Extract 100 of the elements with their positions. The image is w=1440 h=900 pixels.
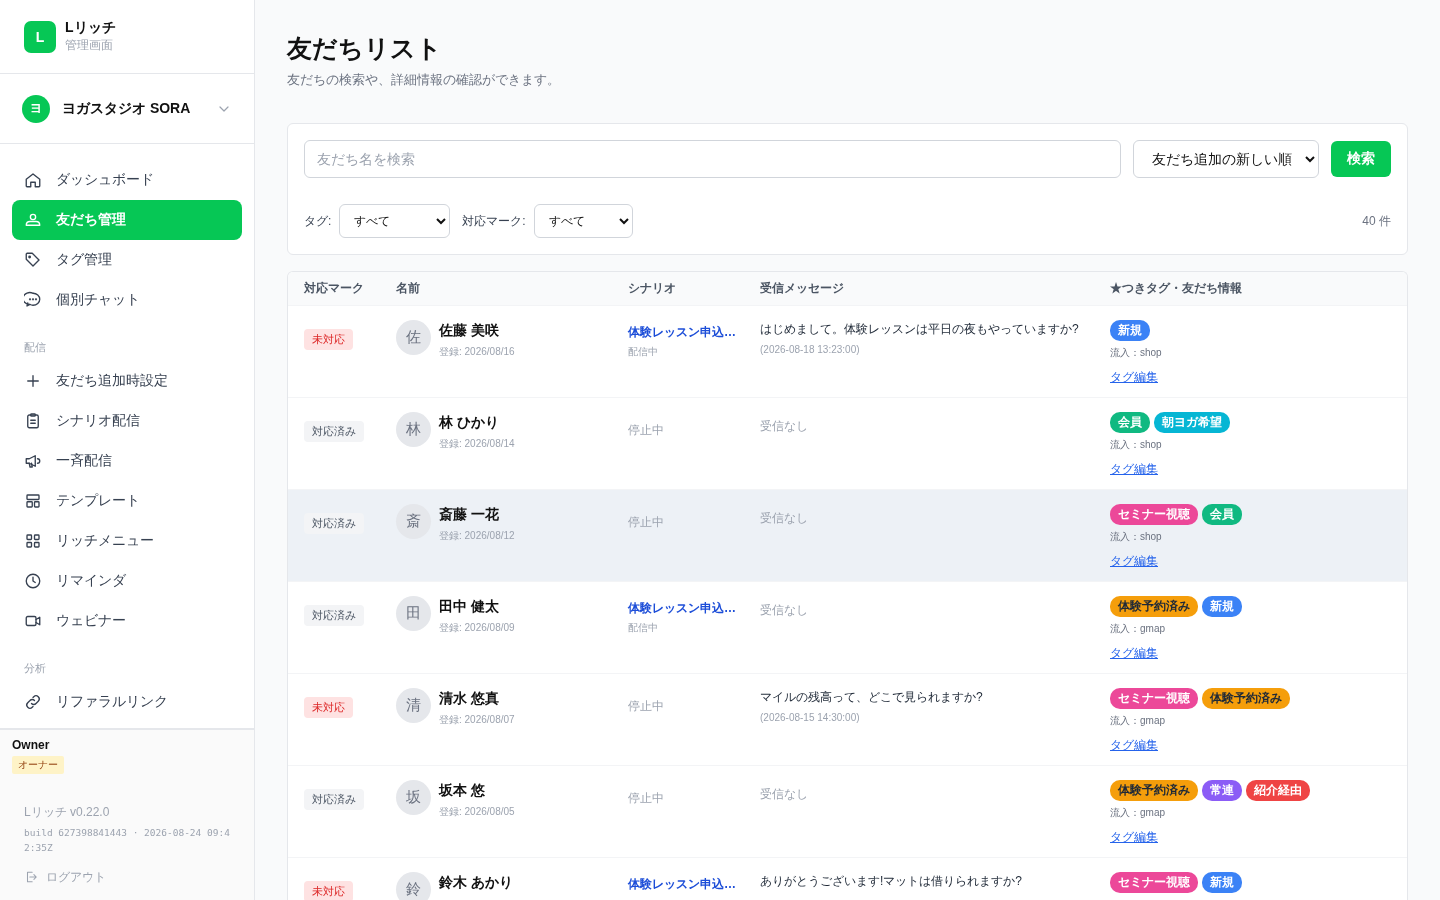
tag-edit-link[interactable]: タグ編集 [1110, 738, 1158, 753]
scenario-link[interactable]: 体験レッスン申込… [628, 876, 760, 893]
nav-item[interactable]: リッチメニュー [12, 521, 242, 561]
registered-date: 登録: 2026/08/14 [439, 437, 515, 451]
message-text: 受信なし [760, 602, 809, 619]
status-badge: 対応済み [304, 605, 364, 626]
tag-chip: 会員 [1202, 504, 1242, 525]
nav-item[interactable]: リファラルリンク [12, 682, 242, 722]
tag-chip: 体験予約済み [1110, 780, 1198, 801]
clipboard-icon [24, 412, 42, 430]
tag-chip: 会員 [1110, 412, 1150, 433]
registered-date: 登録: 2026/08/16 [439, 345, 515, 359]
megaphone-icon [24, 452, 42, 470]
template-icon [24, 492, 42, 510]
scenario-link[interactable]: 体験レッスン申込… [628, 600, 760, 617]
app-name: Lリッチ [65, 19, 116, 37]
message-time: (2026-08-18 13:23:00) [760, 344, 861, 355]
avatar: 林 [396, 412, 431, 447]
avatar: 鈴 [396, 872, 431, 900]
tag-chip: セミナー視聴 [1110, 872, 1198, 893]
mark-filter-label: 対応マーク: [462, 212, 526, 230]
nav-section-heading: 分析 [23, 661, 47, 676]
avatar: 佐 [396, 320, 431, 355]
tag-chip: 新規 [1202, 596, 1242, 617]
nav-item[interactable]: ダッシュボード [12, 160, 242, 200]
nav-item[interactable]: タグ管理 [12, 240, 242, 280]
avatar: 斎 [396, 504, 431, 539]
grid-icon [24, 532, 42, 550]
search-field[interactable]: 友だち名を検索 [304, 140, 1121, 178]
table-row[interactable]: 未対応 鈴 鈴木 あかり 体験レッスン申込… ありがとうございます!マットは借りられますか? セミナー視聴 新規 [288, 857, 1407, 900]
avatar: 坂 [396, 780, 431, 815]
tag-chip: 体験予約済み [1202, 688, 1290, 709]
tag-chip: 紹介経由 [1246, 780, 1310, 801]
workspace-name[interactable]: ヨガスタジオ SORA [62, 99, 204, 118]
tag-chip: セミナー視聴 [1110, 688, 1198, 709]
scenario-status: 停止中 [628, 514, 665, 531]
app-logo: L [24, 20, 56, 53]
tag-edit-link[interactable]: タグ編集 [1110, 370, 1158, 385]
source-text: 流入：gmap [1110, 714, 1166, 728]
tag-dropdown[interactable]: すべて [339, 204, 451, 238]
scenario-link[interactable]: 体験レッスン申込… [628, 324, 760, 341]
source-text: 流入：shop [1110, 346, 1163, 360]
friend-name: 坂本 悠 [439, 782, 486, 800]
user-name: Owner [12, 737, 51, 752]
scenario-status: 配信中 [628, 621, 659, 635]
mark-dropdown[interactable]: すべて [533, 204, 633, 238]
page-title: 友だちリスト [287, 33, 443, 64]
friend-name: 佐藤 美咲 [439, 322, 500, 340]
avatar: 清 [396, 688, 431, 723]
scenario-status: 停止中 [628, 698, 665, 715]
page-subtitle: 友だちの検索や、詳細情報の確認ができます。 [287, 71, 561, 89]
nav-item[interactable]: テンプレート [12, 481, 242, 521]
column-header: 対応マーク [304, 280, 365, 297]
message-text: 受信なし [760, 510, 809, 527]
tag-chip: 朝ヨガ希望 [1154, 412, 1230, 433]
version-text: Lリッチ v0.22.0 [24, 803, 111, 821]
build-text: build 627398841443 · 2026-08-24 09:42:35Z [24, 825, 231, 855]
tag-chip: 常連 [1202, 780, 1242, 801]
link-icon [24, 693, 42, 711]
tag-edit-link[interactable]: タグ編集 [1110, 830, 1158, 845]
message-text: ありがとうございます!マットは借りられますか? [760, 873, 1023, 890]
logout-icon [24, 870, 38, 884]
source-text: 流入：gmap [1110, 622, 1166, 636]
registered-date: 登録: 2026/08/07 [439, 713, 515, 727]
registered-date: 登録: 2026/08/09 [439, 621, 515, 635]
scenario-status: 停止中 [628, 422, 665, 439]
users-icon [24, 211, 42, 229]
column-header: シナリオ [628, 280, 677, 297]
result-count: 40 件 [1362, 212, 1391, 230]
tag-chip: 新規 [1110, 320, 1150, 341]
status-badge: 未対応 [304, 881, 353, 900]
status-badge: 対応済み [304, 513, 364, 534]
tag-edit-link[interactable]: タグ編集 [1110, 554, 1158, 569]
nav-item[interactable]: シナリオ配信 [12, 401, 242, 441]
nav-item[interactable]: 個別チャット [12, 280, 242, 320]
tag-edit-link[interactable]: タグ編集 [1110, 646, 1158, 661]
column-header: 名前 [396, 280, 421, 297]
scenario-status: 配信中 [628, 345, 659, 359]
source-text: 流入：shop [1110, 530, 1163, 544]
table-row[interactable]: 対応済み 斎 斎藤 一花 登録: 2026/08/12 停止中 受信なし セミナー視聴 会員 流入：shop タグ編集 [288, 489, 1407, 581]
avatar: 田 [396, 596, 431, 631]
nav-item[interactable]: リマインダ [12, 561, 242, 601]
home-icon [24, 171, 42, 189]
nav-item[interactable]: 一斉配信 [12, 441, 242, 481]
registered-date: 登録: 2026/08/05 [439, 805, 515, 819]
role-badge: オーナー [12, 755, 64, 774]
source-text: 流入：gmap [1110, 806, 1166, 820]
status-badge: 対応済み [304, 789, 364, 810]
app-subtitle: 管理画面 [65, 37, 114, 54]
status-badge: 対応済み [304, 421, 364, 442]
friend-name: 鈴木 あかり [439, 874, 513, 892]
message-text: 受信なし [760, 418, 809, 435]
tag-chip: 新規 [1202, 872, 1242, 893]
sort-dropdown[interactable]: 友だち追加の新しい順 [1133, 140, 1319, 178]
friend-name: 林 ひかり [439, 414, 500, 432]
chat-icon [24, 291, 42, 309]
tag-chip: 体験予約済み [1110, 596, 1198, 617]
nav-item[interactable]: 友だち追加時設定 [12, 361, 242, 401]
tag-edit-link[interactable]: タグ編集 [1110, 462, 1158, 477]
nav-item[interactable]: ウェビナー [12, 601, 242, 641]
